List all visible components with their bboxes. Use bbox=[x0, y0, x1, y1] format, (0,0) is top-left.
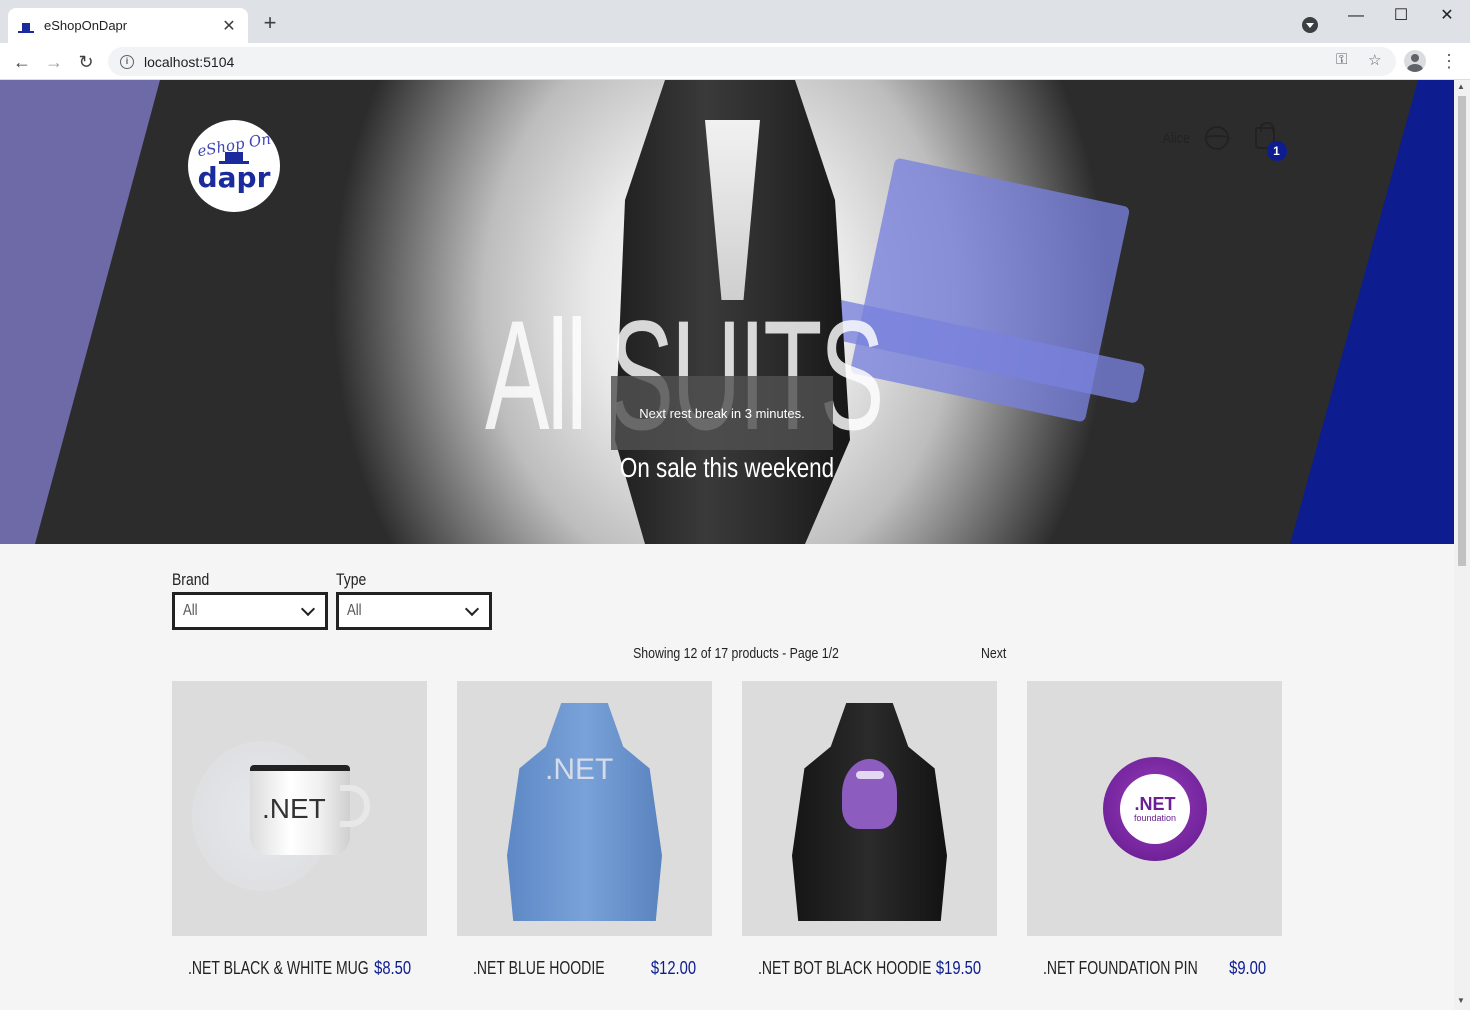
pin-print: .NET bbox=[1134, 794, 1176, 814]
browser-tab-strip: eShopOnDapr ✕ + — ☐ ✕ bbox=[0, 0, 1470, 43]
page-scrollbar[interactable]: ▲ ▼ bbox=[1454, 80, 1470, 1010]
user-area: Alice 1 bbox=[1160, 122, 1287, 161]
hero-subtitle: On sale this weekend bbox=[619, 452, 835, 483]
product-image[interactable]: .NET foundation bbox=[1027, 681, 1282, 936]
product-name: .NET BOT BLACK HOODIE bbox=[758, 958, 932, 978]
new-tab-button[interactable]: + bbox=[258, 12, 282, 36]
hero-banner: eShop On dapr Alice 1 All SUITS Next res… bbox=[0, 80, 1454, 544]
product-price: $8.50 bbox=[374, 958, 411, 978]
product-card[interactable]: .NET foundation .NET FOUNDATION PIN $9.0… bbox=[1027, 681, 1282, 996]
scroll-thumb[interactable] bbox=[1458, 96, 1466, 566]
cart-count-badge: 1 bbox=[1266, 141, 1287, 161]
key-icon[interactable]: ⚿ bbox=[1336, 51, 1347, 68]
product-name: .NET BLACK & WHITE MUG bbox=[188, 958, 369, 978]
shopping-bag-icon[interactable]: 1 bbox=[1254, 122, 1287, 161]
minimize-button[interactable]: — bbox=[1344, 6, 1368, 26]
mug-print: .NET bbox=[262, 793, 326, 824]
url-text: localhost:5104 bbox=[144, 53, 235, 70]
brand-select-value: All bbox=[183, 602, 198, 619]
page-viewport: eShop On dapr Alice 1 All SUITS Next res… bbox=[0, 80, 1454, 1010]
product-image[interactable]: .NET bbox=[172, 681, 427, 936]
type-select[interactable]: All bbox=[336, 592, 492, 630]
bookmark-star-icon[interactable]: ☆ bbox=[1368, 51, 1381, 69]
chevron-down-icon bbox=[300, 601, 316, 617]
blue-hoodie-graphic bbox=[507, 703, 662, 921]
back-arrow-icon[interactable]: ← bbox=[10, 50, 34, 74]
close-window-button[interactable]: ✕ bbox=[1435, 6, 1459, 26]
hat-favicon-icon bbox=[18, 18, 34, 34]
chevron-down-icon bbox=[464, 601, 480, 617]
product-info: .NET BOT BLACK HOODIE $19.50 bbox=[742, 936, 997, 996]
product-name: .NET FOUNDATION PIN bbox=[1043, 958, 1198, 978]
dotnet-bot-graphic bbox=[842, 759, 897, 829]
type-select-value: All bbox=[347, 602, 362, 619]
product-info: .NET BLUE HOODIE $12.00 bbox=[457, 936, 712, 996]
user-account-icon[interactable] bbox=[1202, 126, 1231, 150]
rest-break-toast: Next rest break in 3 minutes. bbox=[611, 376, 833, 450]
brand-filter-label: Brand bbox=[172, 570, 210, 589]
tab-close-icon[interactable]: ✕ bbox=[220, 16, 238, 36]
address-bar[interactable]: i localhost:5104 bbox=[108, 47, 1396, 76]
info-icon[interactable]: i bbox=[120, 54, 134, 69]
pin-graphic: .NET foundation bbox=[1103, 757, 1207, 861]
product-price: $9.00 bbox=[1229, 958, 1266, 978]
hoodie-print: .NET bbox=[545, 753, 614, 786]
pin-face: .NET foundation bbox=[1120, 774, 1190, 844]
profile-avatar-icon[interactable] bbox=[1404, 50, 1426, 72]
browser-tab[interactable]: eShopOnDapr ✕ bbox=[8, 8, 248, 43]
product-info: .NET FOUNDATION PIN $9.00 bbox=[1027, 936, 1282, 996]
brand-select[interactable]: All bbox=[172, 592, 328, 630]
product-price: $12.00 bbox=[650, 958, 696, 978]
product-card[interactable]: .NET .NET BLUE HOODIE $12.00 bbox=[457, 681, 712, 996]
tab-title: eShopOnDapr bbox=[44, 18, 128, 33]
reload-icon[interactable]: ↻ bbox=[74, 50, 98, 74]
browser-menu-icon[interactable]: ⋮ bbox=[1440, 52, 1458, 70]
brand-filter: Brand All bbox=[172, 570, 328, 630]
product-name: .NET BLUE HOODIE bbox=[473, 958, 605, 978]
pager-next-link[interactable]: Next bbox=[981, 645, 1006, 662]
logo-bottom-text: dapr bbox=[197, 161, 271, 194]
type-filter: Type All bbox=[336, 570, 492, 630]
logo-hat-icon bbox=[219, 152, 249, 164]
product-image[interactable]: .NET bbox=[457, 681, 712, 936]
pin-subprint: foundation bbox=[1133, 813, 1177, 823]
pager-info: Showing 12 of 17 products - Page 1/2 bbox=[633, 645, 839, 662]
product-price: $19.50 bbox=[935, 958, 981, 978]
scroll-down-arrow-icon[interactable]: ▼ bbox=[1457, 996, 1465, 1005]
scroll-up-arrow-icon[interactable]: ▲ bbox=[1457, 82, 1465, 91]
product-card[interactable]: .NET .NET BLACK & WHITE MUG $8.50 bbox=[172, 681, 427, 996]
address-toolbar: ← → ↻ i localhost:5104 ⚿ ☆ bbox=[0, 43, 1470, 80]
eshop-logo[interactable]: eShop On dapr bbox=[188, 120, 280, 212]
tab-search-icon[interactable] bbox=[1302, 17, 1318, 33]
product-info: .NET BLACK & WHITE MUG $8.50 bbox=[172, 936, 427, 996]
mug-handle-graphic bbox=[340, 785, 370, 827]
product-card[interactable]: .NET BOT BLACK HOODIE $19.50 bbox=[742, 681, 997, 996]
user-name[interactable]: Alice bbox=[1162, 130, 1190, 147]
maximize-button[interactable]: ☐ bbox=[1389, 6, 1413, 26]
forward-arrow-icon[interactable]: → bbox=[42, 50, 66, 74]
product-image[interactable] bbox=[742, 681, 997, 936]
type-filter-label: Type bbox=[336, 570, 367, 589]
